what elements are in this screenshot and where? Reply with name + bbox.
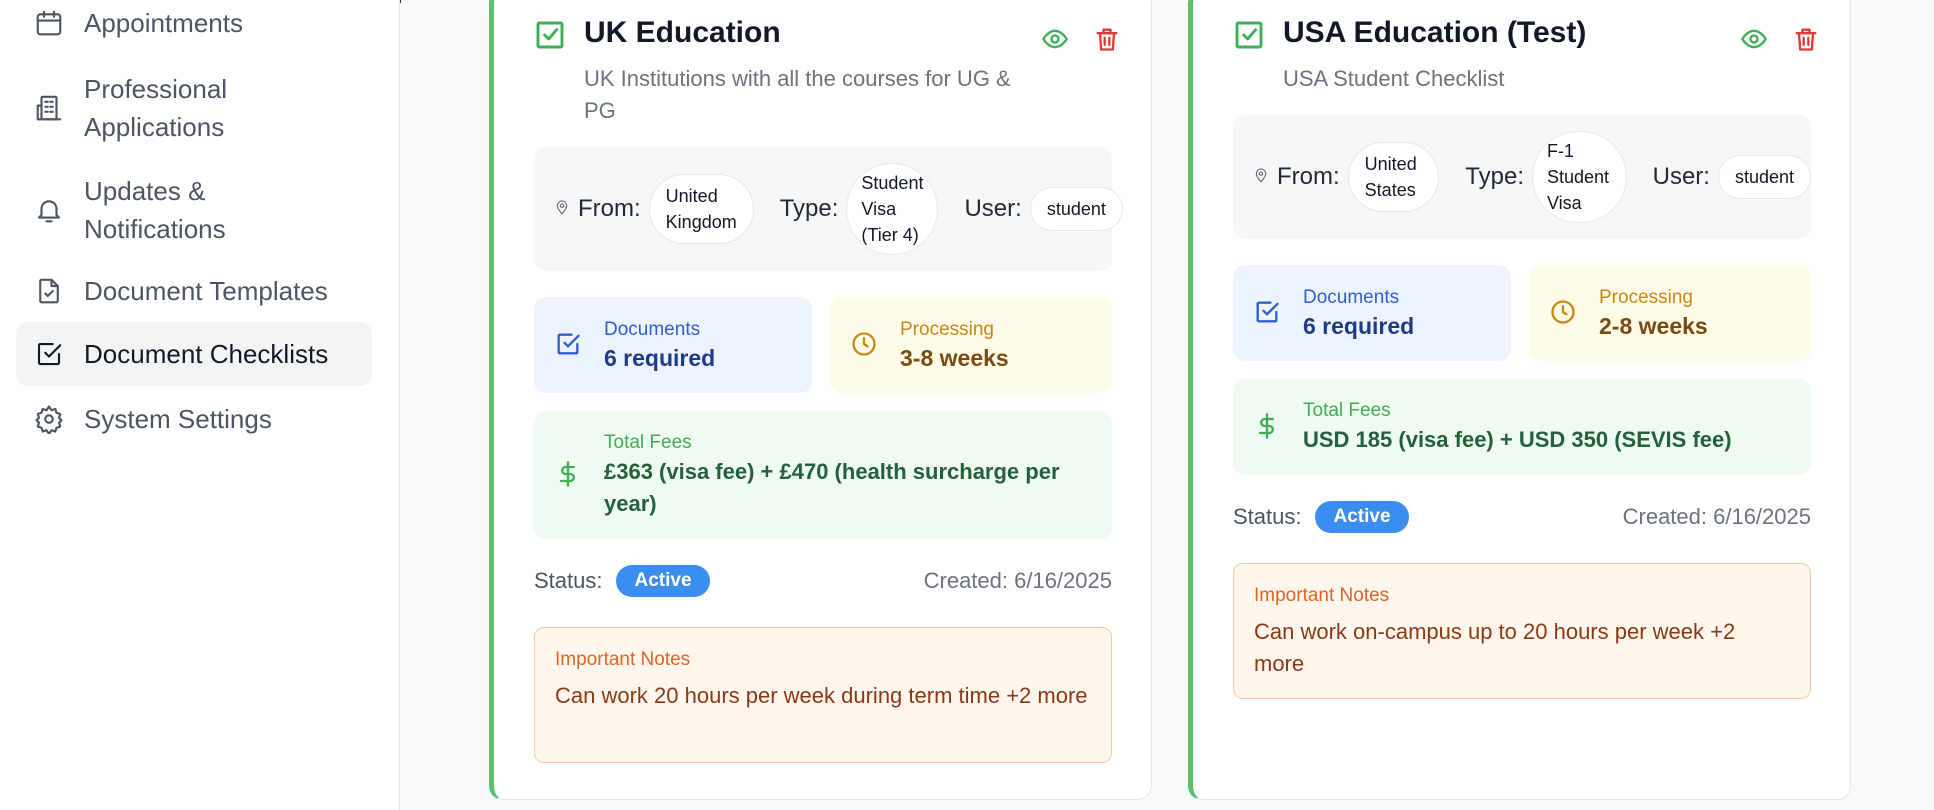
documents-box: Documents 6 required xyxy=(534,297,812,393)
check-square-icon xyxy=(32,337,66,371)
created-date: Created: 6/16/2025 xyxy=(1622,504,1811,529)
card-title: UK Education xyxy=(584,16,781,49)
sidebar-item-updates-notifications[interactable]: Updates & Notifications xyxy=(16,170,372,250)
total-fees-box: Total Fees USD 185 (visa fee) + USD 350 … xyxy=(1233,379,1811,475)
sidebar-item-label: Appointments xyxy=(84,8,243,38)
fees-label: Total Fees xyxy=(1303,400,1391,421)
status-badge: Active xyxy=(1315,501,1409,533)
user-pill: student xyxy=(1717,155,1811,199)
sidebar-item-label: Updates & Notifications xyxy=(84,176,226,244)
documents-box: Documents 6 required xyxy=(1233,265,1511,361)
clock-icon xyxy=(850,330,880,360)
building-icon xyxy=(32,91,66,125)
file-check-icon xyxy=(32,274,66,308)
status-row: Status: Active Created: 6/16/2025 xyxy=(534,565,1112,597)
map-pin-icon xyxy=(554,199,570,220)
main-content: UK Education UK Institutions with all th… xyxy=(401,0,1934,810)
processing-value: 2-8 weeks xyxy=(1599,313,1708,339)
card-header: USA Education (Test) USA Student Checkli… xyxy=(1233,13,1820,95)
user-label: User: xyxy=(1652,163,1710,190)
card-title: USA Education (Test) xyxy=(1283,16,1587,49)
from-country-pill: United Kingdom xyxy=(648,174,754,244)
gear-icon xyxy=(32,402,66,436)
important-notes: Important Notes Can work on-campus up to… xyxy=(1233,563,1811,699)
notes-text: Can work 20 hours per week during term t… xyxy=(555,683,1088,708)
total-fees-box: Total Fees £363 (visa fee) + £470 (healt… xyxy=(534,411,1112,539)
check-square-icon xyxy=(554,330,584,360)
sidebar-item-document-checklists[interactable]: Document Checklists xyxy=(16,322,372,386)
visa-type-pill: F-1 Student Visa xyxy=(1532,131,1627,223)
notes-label: Important Notes xyxy=(555,649,691,670)
processing-label: Processing xyxy=(900,319,994,340)
calendar-icon xyxy=(32,6,66,40)
check-square-icon xyxy=(1233,19,1265,51)
user-label: User: xyxy=(964,195,1022,222)
dollar-icon xyxy=(1253,412,1283,442)
status-row: Status: Active Created: 6/16/2025 xyxy=(1233,501,1811,533)
sidebar-item-system-settings[interactable]: System Settings xyxy=(16,400,372,438)
view-eye-icon[interactable] xyxy=(1740,25,1768,95)
bell-icon xyxy=(32,193,66,227)
sidebar-item-label: System Settings xyxy=(84,404,272,434)
delete-trash-icon[interactable] xyxy=(1093,25,1121,127)
sidebar-item-label: Document Templates xyxy=(84,276,328,306)
checklist-card: UK Education UK Institutions with all th… xyxy=(489,0,1152,800)
clock-icon xyxy=(1549,298,1579,328)
view-eye-icon[interactable] xyxy=(1041,25,1069,127)
check-square-icon xyxy=(534,19,566,51)
sidebar-item-professional-applications[interactable]: Professional Applications xyxy=(16,68,372,148)
status-label: Status: xyxy=(1233,504,1302,529)
fees-label: Total Fees xyxy=(604,432,692,453)
visa-type-pill: Student Visa (Tier 4) xyxy=(846,163,939,255)
card-header: UK Education UK Institutions with all th… xyxy=(534,13,1121,127)
route-info: From: United Kingdom Type: Student Visa … xyxy=(534,147,1123,271)
route-info: From: United States Type: F-1 Student Vi… xyxy=(1233,115,1811,239)
documents-value: 6 required xyxy=(604,345,716,371)
processing-value: 3-8 weeks xyxy=(900,345,1009,371)
documents-label: Documents xyxy=(1303,287,1400,308)
status-label: Status: xyxy=(534,568,603,593)
check-square-icon xyxy=(1253,298,1283,328)
type-label: Type: xyxy=(779,195,839,222)
sidebar-item-appointments[interactable]: Appointments xyxy=(16,4,372,42)
notes-text: Can work on-campus up to 20 hours per we… xyxy=(1254,619,1736,676)
created-date: Created: 6/16/2025 xyxy=(923,568,1112,593)
sidebar: Appointments Professional Applications U… xyxy=(0,0,400,810)
checklist-card: USA Education (Test) USA Student Checkli… xyxy=(1188,0,1851,800)
documents-label: Documents xyxy=(604,319,701,340)
documents-value: 6 required xyxy=(1303,313,1415,339)
card-description: UK Institutions with all the courses for… xyxy=(584,66,1011,123)
processing-box: Processing 2-8 weeks xyxy=(1529,265,1811,361)
from-country-pill: United States xyxy=(1347,142,1440,212)
delete-trash-icon[interactable] xyxy=(1792,25,1820,95)
map-pin-icon xyxy=(1253,167,1269,188)
from-label: From: xyxy=(1277,163,1340,190)
dollar-icon xyxy=(554,460,584,490)
sidebar-item-label: Professional Applications xyxy=(84,74,228,142)
status-badge: Active xyxy=(616,565,710,597)
processing-box: Processing 3-8 weeks xyxy=(830,297,1112,393)
processing-label: Processing xyxy=(1599,287,1693,308)
important-notes: Important Notes Can work 20 hours per we… xyxy=(534,627,1112,763)
fees-value: USD 185 (visa fee) + USD 350 (SEVIS fee) xyxy=(1303,427,1732,452)
card-description: USA Student Checklist xyxy=(1283,66,1505,91)
from-label: From: xyxy=(578,195,641,222)
type-label: Type: xyxy=(1465,163,1524,190)
user-pill: student xyxy=(1029,187,1123,231)
fees-value: £363 (visa fee) + £470 (health surcharge… xyxy=(604,459,1060,516)
notes-label: Important Notes xyxy=(1254,585,1390,606)
sidebar-item-document-templates[interactable]: Document Templates xyxy=(16,272,372,310)
sidebar-item-label: Document Checklists xyxy=(84,339,329,369)
